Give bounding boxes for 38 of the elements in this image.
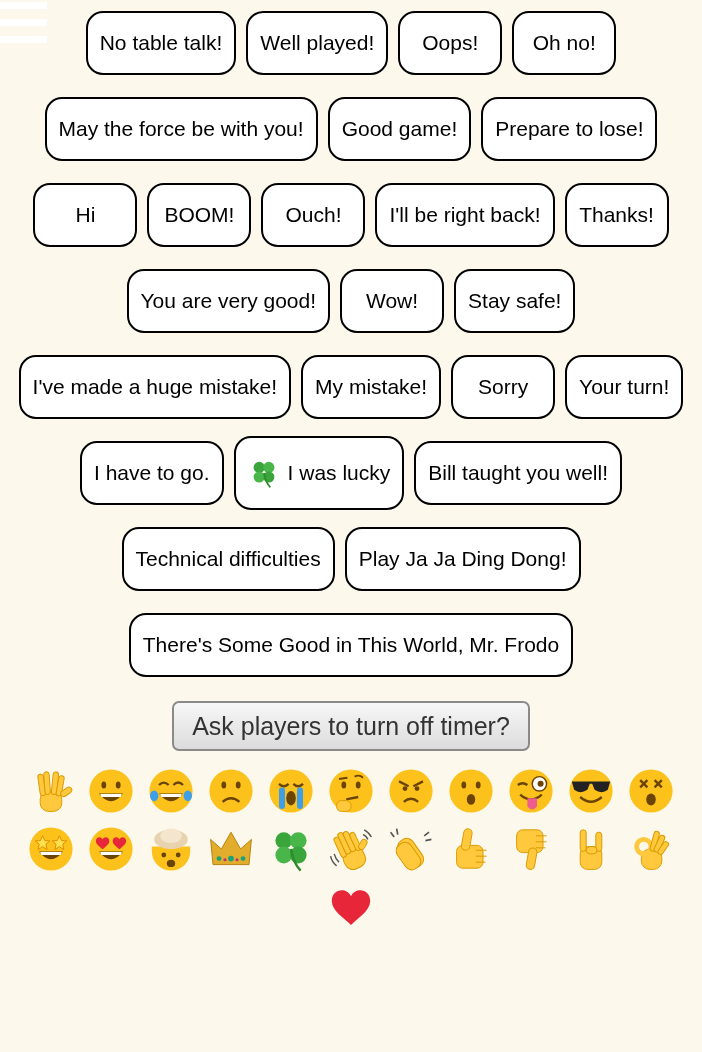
phrase-button[interactable]: Wow! (340, 269, 445, 333)
phrase-button[interactable]: Sorry (451, 355, 556, 419)
phrase-button[interactable]: Well played! (246, 11, 389, 75)
winking-face-icon[interactable] (507, 767, 555, 815)
dizzy-face-icon[interactable] (627, 767, 675, 815)
star-eyes-face-icon[interactable] (27, 825, 75, 873)
phrase-button[interactable]: Hi (33, 183, 138, 247)
phrase-button[interactable]: Thanks! (564, 183, 669, 247)
thinking-face-icon[interactable] (327, 767, 375, 815)
phrase-button[interactable]: Oh no! (512, 11, 617, 75)
phrase-button[interactable]: Oops! (398, 11, 503, 75)
angry-face-icon[interactable] (387, 767, 435, 815)
phrase-button[interactable]: I was lucky (233, 436, 405, 510)
phrase-button[interactable]: Ouch! (261, 183, 366, 247)
phrase-button[interactable]: My mistake! (301, 355, 442, 419)
phrase-button[interactable]: Good game! (327, 97, 472, 161)
phrase-button[interactable]: Stay safe! (454, 269, 576, 333)
phrase-button[interactable]: Play Ja Ja Ding Dong! (344, 527, 581, 591)
phrase-button[interactable]: I'll be right back! (375, 183, 555, 247)
phrase-button[interactable]: May the force be with you! (44, 97, 318, 161)
phrase-button[interactable]: You are very good! (126, 269, 331, 333)
phrase-button[interactable]: Your turn! (565, 355, 684, 419)
heart-eyes-face-icon[interactable] (87, 825, 135, 873)
phrase-button[interactable]: I have to go. (79, 441, 224, 505)
sunglasses-face-icon[interactable] (567, 767, 615, 815)
phrase-button[interactable]: Bill taught you well! (414, 441, 623, 505)
phrase-button[interactable]: No table talk! (85, 11, 237, 75)
phrase-button[interactable]: Prepare to lose! (481, 97, 658, 161)
laughing-face-icon[interactable] (147, 767, 195, 815)
frowning-face-icon[interactable] (207, 767, 255, 815)
phrase-button[interactable]: I've made a huge mistake! (18, 355, 292, 419)
crying-face-icon[interactable] (267, 767, 315, 815)
grinning-face-icon[interactable] (87, 767, 135, 815)
phrase-button[interactable]: BOOM! (147, 183, 252, 247)
phrase-button[interactable]: There's Some Good in This World, Mr. Frodo (128, 613, 574, 677)
turn-off-timer-button[interactable]: Ask players to turn off timer? (172, 701, 530, 751)
surprised-face-icon[interactable] (447, 767, 495, 815)
phrase-button[interactable]: Technical difficulties (121, 527, 335, 591)
